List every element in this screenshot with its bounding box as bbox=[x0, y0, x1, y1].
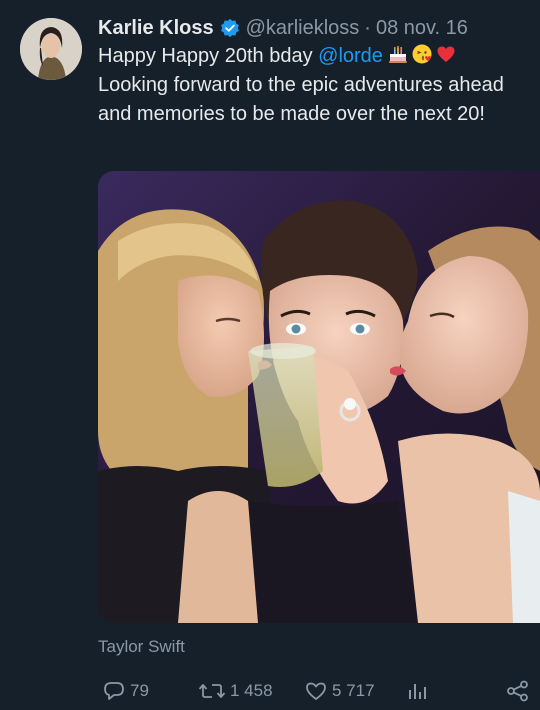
action-bar: 79 1 458 5 717 bbox=[98, 680, 532, 710]
mention-link[interactable]: @lorde bbox=[318, 45, 383, 67]
analytics-button[interactable] bbox=[406, 680, 430, 702]
tweet-text-part1: Happy Happy 20th bday bbox=[98, 45, 319, 67]
tweet-header: Karlie Kloss @karliekloss · 08 nov. 16 bbox=[98, 14, 530, 42]
reply-button[interactable]: 79 bbox=[102, 680, 149, 702]
heart-icon bbox=[306, 682, 326, 700]
tweet-text: Happy Happy 20th bday @lorde Looking for… bbox=[98, 42, 528, 129]
retweet-count: 1 458 bbox=[230, 681, 273, 700]
author-handle[interactable]: @karliekloss bbox=[246, 14, 360, 42]
separator-dot: · bbox=[364, 17, 371, 39]
tweet-text-part2: Looking forward to the epic adventures a… bbox=[98, 74, 504, 125]
red-heart-icon bbox=[437, 46, 455, 62]
retweet-icon bbox=[198, 684, 226, 698]
share-button[interactable] bbox=[506, 680, 530, 702]
reply-icon bbox=[104, 682, 124, 700]
birthday-cake-icon bbox=[388, 46, 407, 63]
reply-count: 79 bbox=[130, 681, 149, 700]
share-icon bbox=[507, 680, 528, 702]
tagged-user[interactable]: Taylor Swift bbox=[98, 637, 185, 657]
emoji-group bbox=[387, 43, 457, 65]
tweet-photo[interactable] bbox=[98, 171, 540, 623]
avatar[interactable] bbox=[20, 18, 82, 80]
verified-badge-icon bbox=[220, 18, 240, 38]
author-name[interactable]: Karlie Kloss bbox=[98, 14, 214, 42]
kissing-face-icon bbox=[412, 44, 432, 64]
retweet-button[interactable]: 1 458 bbox=[198, 680, 273, 702]
like-count: 5 717 bbox=[332, 681, 375, 700]
tweet-date[interactable]: 08 nov. 16 bbox=[376, 14, 468, 42]
analytics-icon bbox=[409, 684, 426, 699]
like-button[interactable]: 5 717 bbox=[304, 680, 375, 702]
